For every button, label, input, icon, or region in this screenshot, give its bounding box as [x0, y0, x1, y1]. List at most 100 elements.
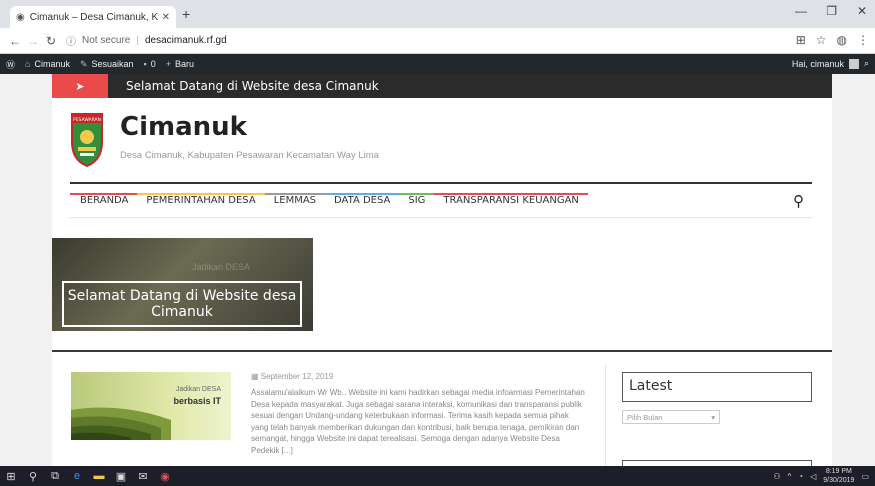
site-title[interactable]: Cimanuk — [120, 112, 247, 142]
clock-time: 8:19 PM — [825, 468, 852, 475]
site-logo[interactable]: PESAWARAN — [70, 112, 104, 168]
edge-browser-icon[interactable]: e — [66, 470, 88, 482]
post-thumbnail[interactable]: Jadikan DESA berbasis IT — [71, 372, 231, 440]
slide-caption-line1: Selamat Datang di Website desa — [67, 288, 297, 304]
task-view-icon[interactable]: ⧉ — [44, 470, 66, 483]
volume-icon[interactable]: ◁ — [810, 472, 816, 481]
bookmark-star-icon[interactable]: ☆ — [816, 33, 827, 47]
nav-accent-bar — [434, 193, 588, 195]
thumbnail-text-top: Jadikan DESA — [175, 386, 221, 393]
nav-item-data-desa[interactable]: DATA DESA — [325, 193, 400, 206]
windows-start-icon[interactable]: ⊞ — [0, 470, 22, 483]
avatar — [848, 58, 859, 69]
nav-item-transparansi-keuangan[interactable]: TRANSPARANSI KEUANGAN — [434, 193, 588, 206]
file-explorer-icon[interactable]: ▬ — [88, 470, 110, 482]
tab-title: Cimanuk – Desa Cimanuk, Kabup — [29, 11, 158, 23]
comment-icon: ▪ — [143, 59, 147, 69]
notification-icon[interactable]: ▭ — [861, 472, 869, 481]
admin-new-label: Baru — [175, 59, 195, 69]
close-tab-icon[interactable]: ✕ — [162, 12, 170, 23]
nav-accent-bar — [137, 193, 265, 195]
admin-customize-label: Sesuaikan — [91, 59, 134, 69]
nav-accent-bar — [399, 193, 435, 195]
wp-admin-bar: Ⓦ ⌂ Cimanuk ✎ Sesuaikan ▪ 0 + Baru Hai, … — [0, 54, 875, 74]
site-description: Desa Cimanuk, Kabupaten Pesawaran Kecama… — [120, 150, 379, 161]
browser-toolbar: ← → ↻ ⓘ Not secure | desacimanuk.rf.gd ⊞… — [0, 28, 875, 54]
windows-taskbar: ⊞ ⚲ ⧉ e ▬ ▣ ✉ ◉ ⚇ ^ ◔ ◁ 8:19 PM 9/30/201… — [0, 466, 875, 486]
browser-tab[interactable]: ◉ Cimanuk – Desa Cimanuk, Kabup ✕ — [10, 6, 176, 28]
store-icon[interactable]: ▣ — [110, 470, 132, 483]
mail-icon[interactable]: ✉ — [132, 470, 154, 483]
thumbnail-text-bottom: berbasis IT — [173, 396, 221, 406]
brush-icon: ✎ — [79, 58, 88, 69]
logo-text: PESAWARAN — [73, 117, 101, 123]
admin-search-icon[interactable]: ⌕ — [864, 58, 869, 69]
address-separator: | — [136, 35, 139, 46]
info-icon[interactable]: ⓘ — [66, 33, 76, 48]
page-container: ➤ Selamat Datang di Website desa Cimanuk… — [52, 74, 832, 466]
address-bar[interactable]: ⓘ Not secure | desacimanuk.rf.gd — [66, 33, 227, 48]
post-date-text: September 12, 2019 — [260, 372, 334, 381]
nav-item-beranda[interactable]: BERANDA — [70, 193, 138, 206]
search-icon[interactable]: ⚲ — [793, 192, 804, 210]
latest-widget-title: Latest — [622, 372, 812, 402]
minimize-icon[interactable]: — — [795, 4, 807, 18]
featured-slide[interactable]: Jadikan DESA Selamat Datang di Website d… — [52, 238, 313, 331]
megaphone-icon: ➤ — [52, 74, 108, 98]
post-date: ▦ September 12, 2019 — [251, 372, 333, 381]
admin-site-link[interactable]: ⌂ Cimanuk — [25, 59, 70, 69]
new-tab-button[interactable]: + — [182, 6, 190, 22]
url-text: desacimanuk.rf.gd — [144, 35, 227, 46]
profile-icon[interactable]: ◍ — [837, 33, 847, 47]
nav-item-pemerintahan-desa[interactable]: PEMERINTAHAN DESA — [137, 193, 265, 206]
slide-background-text: Jadikan DESA — [192, 262, 251, 272]
admin-site-label: Cimanuk — [34, 59, 70, 69]
calendar-icon: ▦ — [251, 372, 259, 381]
network-icon[interactable]: ◔ — [798, 472, 803, 481]
browser-tab-bar: ◉ Cimanuk – Desa Cimanuk, Kabup ✕ + — ❐ … — [0, 0, 875, 28]
nav-accent-bar — [264, 193, 326, 195]
clock-date: 9/30/2019 — [823, 477, 855, 484]
back-icon[interactable]: ← — [6, 34, 24, 48]
taskbar-search-icon[interactable]: ⚲ — [22, 470, 44, 483]
close-window-icon[interactable]: ✕ — [857, 4, 867, 18]
section-divider — [52, 350, 832, 352]
taskbar-clock[interactable]: 8:19 PM 9/30/2019 — [823, 467, 854, 485]
restore-icon[interactable]: ❐ — [826, 4, 837, 18]
slide-caption-line2: Cimanuk — [151, 304, 213, 320]
chevron-down-icon: ▾ — [711, 413, 715, 422]
admin-new-link[interactable]: + Baru — [166, 59, 194, 69]
month-select[interactable]: Pilih Bulan ▾ — [622, 410, 720, 424]
wordpress-logo-icon[interactable]: Ⓦ — [6, 58, 15, 71]
nav-item-lemmas[interactable]: LEMMAS — [264, 193, 326, 206]
forward-icon[interactable]: → — [24, 34, 42, 48]
security-label: Not secure — [82, 35, 131, 46]
announcement-bar: ➤ Selamat Datang di Website desa Cimanuk — [52, 74, 832, 98]
translate-icon[interactable]: ⊞ — [796, 33, 806, 47]
rice-terrace-image — [71, 407, 171, 440]
admin-comments-link[interactable]: ▪ 0 — [144, 59, 156, 69]
plus-icon: + — [165, 59, 172, 69]
people-icon[interactable]: ⚇ — [773, 472, 780, 481]
admin-comments-count: 0 — [150, 59, 156, 69]
system-tray: ⚇ ^ ◔ ◁ 8:19 PM 9/30/2019 ▭ — [773, 467, 869, 485]
reload-icon[interactable]: ↻ — [42, 34, 60, 48]
tray-chevron-up-icon[interactable]: ^ — [788, 472, 792, 481]
post-excerpt: Assalamu'alaikum Wr Wb.. Website ini kam… — [251, 388, 585, 455]
chrome-icon[interactable]: ◉ — [154, 470, 176, 483]
globe-icon: ◉ — [16, 11, 25, 23]
dashboard-icon: ⌂ — [25, 59, 31, 69]
main-navigation: BERANDA PEMERINTAHAN DESA LEMMAS DATA DESA S… — [70, 182, 812, 218]
admin-customize-link[interactable]: ✎ Sesuaikan — [80, 59, 134, 70]
admin-greeting: Hai, cimanuk — [791, 58, 844, 69]
month-select-value: Pilih Bulan — [627, 413, 663, 422]
slide-caption[interactable]: Selamat Datang di Website desa Cimanuk — [62, 281, 302, 327]
announcement-text[interactable]: Selamat Datang di Website desa Cimanuk — [126, 79, 379, 93]
nav-accent-bar — [325, 193, 400, 195]
nav-item-sig[interactable]: SIG — [399, 193, 435, 206]
menu-dots-icon[interactable]: ⋮ — [857, 33, 869, 47]
toolbar-actions: ⊞ ☆ ◍ ⋮ — [796, 33, 869, 47]
nav-accent-bar — [70, 193, 138, 195]
admin-account[interactable]: Hai, cimanuk ⌕ — [792, 58, 869, 69]
sidebar-separator — [605, 364, 606, 466]
